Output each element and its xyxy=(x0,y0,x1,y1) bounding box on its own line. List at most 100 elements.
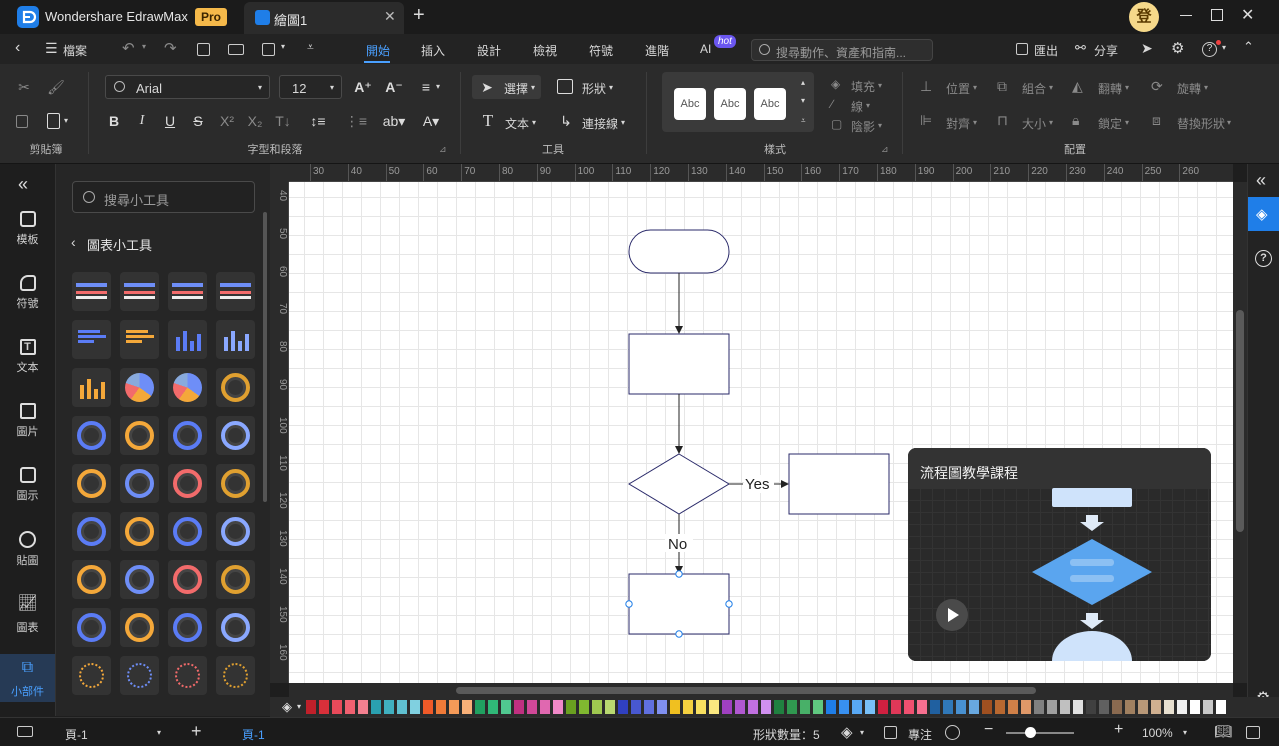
color-swatch[interactable] xyxy=(865,700,875,714)
more-tools-icon[interactable]: ⩡ xyxy=(307,40,314,55)
color-swatch[interactable] xyxy=(735,700,745,714)
chart-widget-tile[interactable] xyxy=(120,560,159,599)
horizontal-scroll-thumb[interactable] xyxy=(456,687,1036,694)
color-swatch[interactable] xyxy=(839,700,849,714)
process-shape-2[interactable] xyxy=(788,453,890,515)
chevron-down-icon[interactable]: ▾ xyxy=(1049,83,1053,92)
color-swatch[interactable] xyxy=(579,700,589,714)
select-tool-button[interactable]: ➤ 選擇 ▾ xyxy=(472,75,541,99)
chart-widget-tile[interactable] xyxy=(120,320,159,359)
rail-images[interactable]: 圖片 xyxy=(0,403,55,439)
chart-widget-tile[interactable] xyxy=(120,608,159,647)
chart-widget-tile[interactable] xyxy=(168,272,207,311)
redo-icon[interactable]: ↷ xyxy=(164,39,177,57)
color-swatch[interactable] xyxy=(956,700,966,714)
color-swatch[interactable] xyxy=(787,700,797,714)
selection-handle[interactable] xyxy=(725,600,733,608)
undo-dropdown-icon[interactable]: ▾ xyxy=(142,42,146,51)
color-swatch[interactable] xyxy=(969,700,979,714)
chevron-down-icon[interactable]: ▾ xyxy=(973,83,977,92)
chart-widget-tile[interactable] xyxy=(168,608,207,647)
collapse-ribbon-icon[interactable]: ⌃ xyxy=(1243,39,1254,55)
document-tab[interactable]: 繪圖1 ✕ xyxy=(244,2,404,34)
font-color-icon[interactable]: A▾ xyxy=(417,111,445,131)
tab-advanced[interactable]: 進階 xyxy=(645,42,669,59)
chart-widget-tile[interactable] xyxy=(120,272,159,311)
user-avatar[interactable]: 登 xyxy=(1129,2,1159,32)
add-page-button[interactable]: + xyxy=(191,721,202,742)
start-terminator-shape[interactable] xyxy=(628,229,730,274)
layers-dropdown-icon[interactable]: ▾ xyxy=(860,728,864,737)
line-spacing-icon[interactable]: ↕≡ xyxy=(306,111,330,131)
chart-widget-tile[interactable] xyxy=(216,272,255,311)
share-button[interactable]: 分享 xyxy=(1094,42,1118,59)
yes-label[interactable]: Yes xyxy=(745,476,769,493)
font-size-select[interactable]: 12 ▾ xyxy=(279,75,342,99)
color-swatch[interactable] xyxy=(1125,700,1135,714)
style-dialog-launcher-icon[interactable]: ⊿ xyxy=(881,144,889,155)
vertical-scrollbar[interactable] xyxy=(1233,182,1247,683)
color-swatch[interactable] xyxy=(982,700,992,714)
file-menu[interactable]: 檔案 xyxy=(63,42,87,59)
chart-widget-tile[interactable] xyxy=(120,464,159,503)
color-swatch[interactable] xyxy=(904,700,914,714)
font-dialog-launcher-icon[interactable]: ⊿ xyxy=(439,144,447,155)
shape-icon[interactable] xyxy=(557,79,573,94)
shape-tool-label[interactable]: 形狀 xyxy=(582,80,606,97)
italic-icon[interactable]: I xyxy=(132,111,152,131)
selection-handle[interactable] xyxy=(675,630,683,638)
expand-panel-icon[interactable]: « xyxy=(1256,170,1266,191)
paste-icon[interactable] xyxy=(47,113,60,129)
replace-shape-button[interactable]: 替換形狀 xyxy=(1177,115,1225,132)
underline-icon[interactable]: U xyxy=(160,111,180,131)
chevron-down-icon[interactable]: ▾ xyxy=(1125,118,1129,127)
color-swatch[interactable] xyxy=(566,700,576,714)
shadow-button[interactable]: 陰影 xyxy=(851,118,875,135)
style-scroll-down-icon[interactable]: ▾ xyxy=(801,96,805,105)
chart-widget-tile[interactable] xyxy=(120,512,159,551)
color-swatch[interactable] xyxy=(384,700,394,714)
chart-widget-tile[interactable] xyxy=(216,656,255,695)
format-painter-icon[interactable]: 🖌 xyxy=(45,77,67,97)
chevron-down-icon[interactable]: ▾ xyxy=(878,81,882,90)
fullscreen-icon[interactable] xyxy=(1246,726,1260,739)
help-panel-icon[interactable]: ? xyxy=(1255,250,1272,267)
group-button[interactable]: 組合 xyxy=(1022,80,1046,97)
send-icon[interactable]: ➤ xyxy=(1141,40,1153,57)
color-swatch[interactable] xyxy=(423,700,433,714)
help-icon[interactable]: ? xyxy=(1202,42,1217,57)
focus-mode-button[interactable]: 專注 xyxy=(908,726,932,743)
selection-handle[interactable] xyxy=(625,600,633,608)
color-swatch[interactable] xyxy=(878,700,888,714)
text-case-icon[interactable]: T↓ xyxy=(272,111,294,131)
strikethrough-icon[interactable]: S xyxy=(188,111,208,131)
color-swatch[interactable] xyxy=(1203,700,1213,714)
tab-design[interactable]: 設計 xyxy=(477,42,501,59)
chart-widget-tile[interactable] xyxy=(216,512,255,551)
panel-scrollbar[interactable] xyxy=(263,212,267,502)
chart-widget-tile[interactable] xyxy=(216,560,255,599)
page-selector-dropdown-icon[interactable]: ▾ xyxy=(157,728,161,737)
color-swatch[interactable] xyxy=(1099,700,1109,714)
color-swatch[interactable] xyxy=(462,700,472,714)
color-swatch[interactable] xyxy=(371,700,381,714)
chart-widgets-title[interactable]: 圖表小工具 xyxy=(87,235,152,254)
color-swatch[interactable] xyxy=(800,700,810,714)
chart-widget-tile[interactable] xyxy=(216,368,255,407)
color-swatch[interactable] xyxy=(1034,700,1044,714)
style-expand-icon[interactable]: ⩡ xyxy=(801,116,806,126)
settings-icon[interactable]: ⚙ xyxy=(1171,39,1184,57)
chart-widget-tile[interactable] xyxy=(168,656,207,695)
color-swatch[interactable] xyxy=(449,700,459,714)
chart-widget-tile[interactable] xyxy=(72,272,111,311)
lock-button[interactable]: 鎖定 xyxy=(1098,115,1122,132)
color-swatch[interactable] xyxy=(488,700,498,714)
horizontal-scrollbar[interactable] xyxy=(289,683,1233,697)
color-swatch[interactable] xyxy=(1164,700,1174,714)
tab-home[interactable]: 開始 xyxy=(366,42,390,59)
text-style-icon[interactable]: ab▾ xyxy=(380,111,408,131)
back-chevron-icon[interactable]: ‹ xyxy=(71,234,76,250)
color-swatch[interactable] xyxy=(1008,700,1018,714)
chart-widget-tile[interactable] xyxy=(216,464,255,503)
chevron-down-icon[interactable]: ▾ xyxy=(878,121,882,130)
